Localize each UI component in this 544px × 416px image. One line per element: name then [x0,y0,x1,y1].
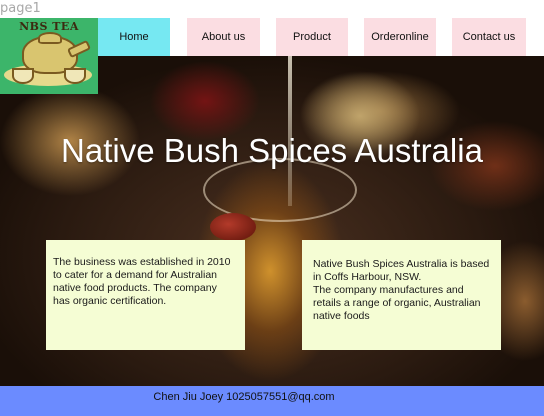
nav-order-online[interactable]: Orderonline [364,18,436,56]
nav-product[interactable]: Product [276,18,348,56]
nav-about-us[interactable]: About us [187,18,260,56]
footer: Chen Jiu Joey 1025057551@qq.com [0,386,544,416]
info-products-text: The company manufactures and retails a r… [313,284,481,322]
info-box-about: The business was established in 2010 to … [46,240,245,350]
site-logo[interactable]: NBS TEA [0,18,98,94]
page-frame: Home About us Product Orderonline Contac… [0,18,544,416]
red-date-decoration [210,213,256,241]
info-about-text: The business was established in 2010 to … [53,256,231,307]
info-location-text: Native Bush Spices Australia is based in… [313,258,490,283]
footer-contact-text: Chen Jiu Joey 1025057551@qq.com [153,391,335,403]
nav-contact-us[interactable]: Contact us [452,18,526,56]
teacup-icon [12,68,34,84]
nav-home[interactable]: Home [98,18,170,56]
teacup-icon [64,68,86,84]
hero-title: Native Bush Spices Australia [61,132,483,169]
teapot-lid-graphic [38,32,62,44]
page-label: page1 [0,1,41,16]
info-box-company: Native Bush Spices Australia is based in… [302,240,501,350]
